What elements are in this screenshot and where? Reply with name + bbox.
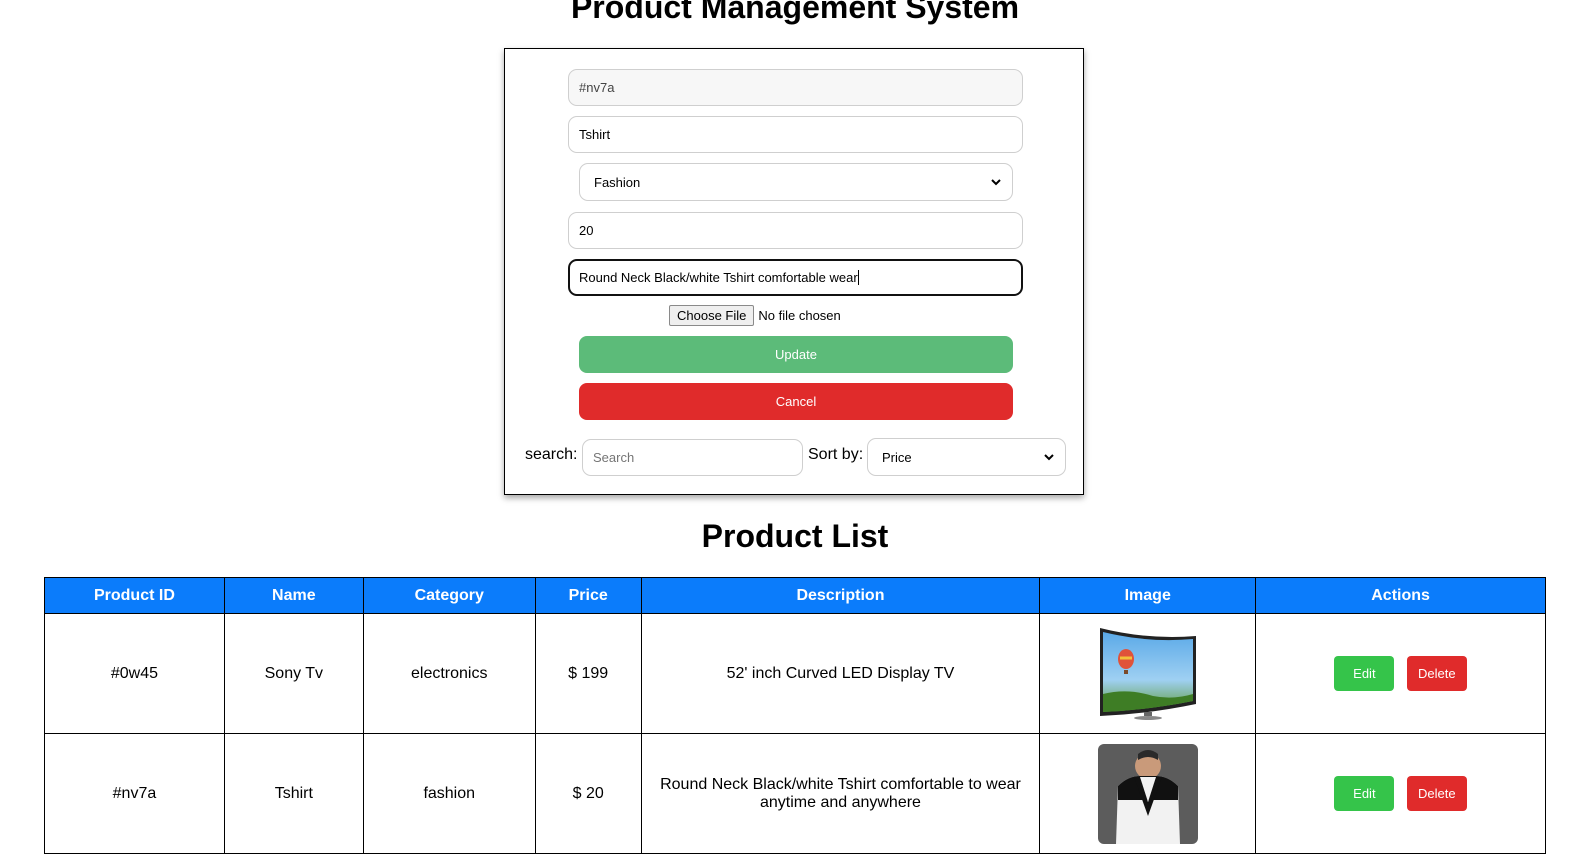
file-input: Choose File No file chosen xyxy=(669,305,841,326)
cell-image xyxy=(1039,613,1257,734)
cell-name: Tshirt xyxy=(223,733,364,854)
table-header-row: Product ID Name Category Price Descripti… xyxy=(44,577,1546,614)
cell-name: Sony Tv xyxy=(223,613,364,734)
delete-button[interactable]: Delete xyxy=(1406,776,1467,811)
header-description: Description xyxy=(640,577,1041,614)
product-form: Fashion Round Neck Black/white Tshirt co… xyxy=(504,48,1084,495)
cell-actions: Edit Delete xyxy=(1255,613,1546,734)
sort-selected-value: Price xyxy=(882,449,912,465)
cell-price: $ 199 xyxy=(534,613,642,734)
cell-image xyxy=(1039,733,1257,854)
choose-file-button[interactable]: Choose File xyxy=(669,305,755,326)
header-product-id: Product ID xyxy=(44,577,225,614)
category-selected-value: Fashion xyxy=(594,174,641,190)
cell-category: fashion xyxy=(362,733,536,854)
text-caret xyxy=(857,270,859,285)
header-actions: Actions xyxy=(1255,577,1546,614)
cell-product-id: #nv7a xyxy=(44,733,225,854)
cell-description: 52' inch Curved LED Display TV xyxy=(640,613,1041,734)
price-field[interactable] xyxy=(568,212,1023,249)
delete-button[interactable]: Delete xyxy=(1406,656,1467,691)
product-list-title: Product List xyxy=(701,518,889,554)
product-table: Product ID Name Category Price Descripti… xyxy=(44,577,1546,854)
chevron-down-icon xyxy=(1044,454,1054,461)
cell-product-id: #0w45 xyxy=(44,613,225,734)
product-name-field[interactable] xyxy=(568,116,1023,153)
table-row: #nv7a Tshirt fashion $ 20 Round Neck Bla… xyxy=(44,733,1546,854)
cell-category: electronics xyxy=(362,613,536,734)
cell-price: $ 20 xyxy=(534,733,642,854)
edit-button[interactable]: Edit xyxy=(1334,656,1395,691)
update-button[interactable]: Update xyxy=(579,336,1013,373)
cell-actions: Edit Delete xyxy=(1255,733,1546,854)
file-status-text: No file chosen xyxy=(758,308,841,323)
search-label: search: xyxy=(525,446,578,463)
sort-select[interactable]: Price xyxy=(867,438,1066,476)
header-image: Image xyxy=(1039,577,1257,614)
cancel-button[interactable]: Cancel xyxy=(579,383,1013,420)
header-category: Category xyxy=(362,577,536,614)
curved-tv-image xyxy=(1099,627,1196,720)
page-title: Product Management System xyxy=(570,0,1020,25)
cell-description: Round Neck Black/white Tshirt comfortabl… xyxy=(640,733,1041,854)
sort-label: Sort by: xyxy=(808,446,864,463)
tshirt-image xyxy=(1097,743,1198,844)
description-value: Round Neck Black/white Tshirt comfortabl… xyxy=(579,270,858,285)
header-name: Name xyxy=(223,577,364,614)
header-price: Price xyxy=(534,577,642,614)
chevron-down-icon xyxy=(991,179,1001,186)
description-field[interactable]: Round Neck Black/white Tshirt comfortabl… xyxy=(568,259,1023,296)
edit-button[interactable]: Edit xyxy=(1334,776,1395,811)
table-row: #0w45 Sony Tv electronics $ 199 52' inch… xyxy=(44,613,1546,734)
category-select[interactable]: Fashion xyxy=(579,163,1013,201)
product-id-field[interactable] xyxy=(568,69,1023,106)
search-input[interactable] xyxy=(582,439,803,476)
